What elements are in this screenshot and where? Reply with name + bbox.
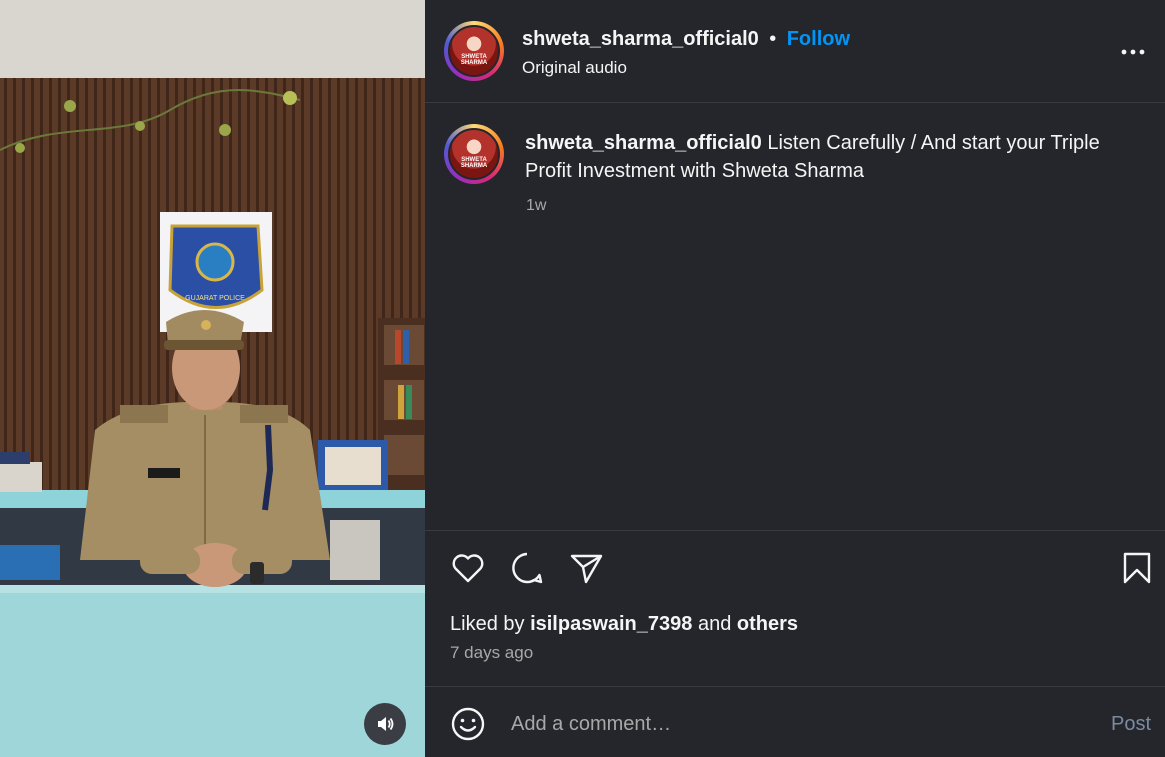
wall-slat: [49, 78, 52, 508]
liked-by-user[interactable]: isilpaswain_7398: [530, 613, 692, 635]
header-divider: [425, 102, 1165, 103]
liked-by-prefix: Liked by: [450, 613, 525, 635]
follow-button[interactable]: Follow: [787, 28, 850, 50]
caption-avatar[interactable]: SHWETA SHARMA: [444, 124, 504, 184]
avatar-brand: SHWETA SHARMA: [460, 54, 488, 66]
avatar-brand: SHWETA SHARMA: [460, 157, 488, 169]
wall-slat: [67, 78, 70, 508]
heart-icon: [452, 554, 484, 583]
bookmark-icon: [1123, 552, 1151, 584]
wall-slat: [85, 78, 88, 508]
emblem-text: GUJARAT POLICE: [185, 295, 245, 302]
wall-slat: [31, 78, 34, 508]
more-options-button[interactable]: [1120, 38, 1146, 64]
more-icon: [1121, 49, 1145, 55]
share-button[interactable]: [568, 550, 604, 586]
post-comment-button[interactable]: Post: [1111, 713, 1151, 736]
emoji-button[interactable]: [450, 706, 486, 742]
audio-label[interactable]: Original audio: [522, 58, 627, 78]
wall-slat: [22, 78, 25, 508]
comment-icon: [512, 552, 543, 584]
caption-username[interactable]: shweta_sharma_official0: [525, 132, 762, 154]
wall-slat: [58, 78, 61, 508]
like-button[interactable]: [450, 550, 486, 586]
comment-button[interactable]: [509, 550, 545, 586]
separator-dot: •: [769, 28, 777, 50]
actions-divider: [425, 530, 1165, 531]
wall-slat: [4, 78, 7, 508]
save-button[interactable]: [1119, 550, 1155, 586]
comment-input[interactable]: Add a comment…: [511, 713, 1071, 736]
liked-by-connector: and: [697, 613, 732, 635]
post-date[interactable]: 7 days ago: [450, 643, 533, 663]
comment-divider: [425, 686, 1165, 687]
speaker-icon: [378, 717, 394, 731]
reel-video[interactable]: GUJARAT POLICE: [0, 0, 425, 757]
caption-time[interactable]: 1w: [526, 197, 546, 215]
author-username[interactable]: shweta_sharma_official0: [522, 28, 759, 50]
liked-by-others[interactable]: others: [737, 613, 798, 635]
post-panel: SHWETA SHARMA shweta_sharma_official0 • …: [425, 0, 1165, 757]
wall-slat: [40, 78, 43, 508]
smiley-icon: [451, 707, 485, 741]
author-avatar[interactable]: SHWETA SHARMA: [444, 21, 504, 81]
wall-slat: [76, 78, 79, 508]
audio-toggle-button[interactable]: [364, 703, 406, 745]
video-frame: GUJARAT POLICE: [0, 0, 425, 757]
send-icon: [570, 554, 603, 584]
